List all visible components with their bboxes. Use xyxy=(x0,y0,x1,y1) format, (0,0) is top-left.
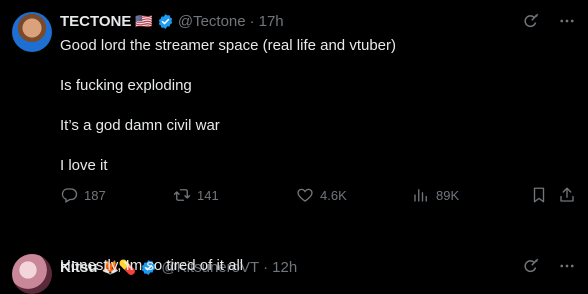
like-icon xyxy=(297,188,313,202)
flag-emoji: 🇺🇸 xyxy=(135,12,153,29)
author-name[interactable]: TECTONE xyxy=(60,13,131,30)
avatar[interactable] xyxy=(12,254,52,294)
more-icon[interactable] xyxy=(558,12,576,30)
author-handle[interactable]: @Tectone xyxy=(178,13,246,30)
tweet-top-actions xyxy=(522,257,576,275)
tweet-text-line: It’s a god damn civil war xyxy=(60,117,220,134)
tweet-text-line: Is fucking exploding xyxy=(60,77,192,94)
grok-icon[interactable] xyxy=(522,257,540,275)
timestamp[interactable]: 12h xyxy=(272,259,297,276)
more-icon[interactable] xyxy=(558,257,576,275)
repost-count: 141 xyxy=(197,187,219,203)
repost-icon xyxy=(173,189,191,201)
share-icon xyxy=(560,187,574,202)
tweet-header: TECTONE 🇺🇸 @Tectone · 17h xyxy=(60,11,284,31)
like-button[interactable]: 4.6K xyxy=(296,186,347,204)
tweet-text-line: I love it xyxy=(60,157,108,174)
reply-count: 187 xyxy=(84,187,106,203)
reply-button[interactable]: 187 xyxy=(60,186,106,204)
separator-dot: · xyxy=(263,258,269,276)
tweet[interactable]: TECTONE 🇺🇸 @Tectone · 17h Good lord the … xyxy=(0,0,588,220)
separator-dot: · xyxy=(249,12,255,30)
views-button[interactable]: 89K xyxy=(412,186,459,204)
verified-icon xyxy=(158,13,173,29)
avatar[interactable] xyxy=(12,12,52,52)
bookmark-icon xyxy=(533,187,545,203)
views-icon xyxy=(414,189,427,202)
tweet-actions: 187 141 4.6K 89K xyxy=(60,186,576,206)
like-count: 4.6K xyxy=(320,187,347,203)
timestamp[interactable]: 17h xyxy=(259,13,284,30)
views-count: 89K xyxy=(436,187,460,203)
repost-button[interactable]: 141 xyxy=(173,186,219,204)
share-button[interactable] xyxy=(558,186,582,204)
bookmark-button[interactable] xyxy=(530,186,554,204)
tweet-top-actions xyxy=(522,12,576,30)
tweet-text-line: Good lord the streamer space (real life … xyxy=(60,37,396,54)
tweet-text-line: Honestly, Im so tired of it all xyxy=(60,257,244,274)
grok-icon[interactable] xyxy=(522,12,540,30)
tweet[interactable]: Kitsu 🦊💊 @KitsuneroVT · 12h Honestly, Im… xyxy=(0,220,588,294)
reply-icon xyxy=(61,188,78,203)
